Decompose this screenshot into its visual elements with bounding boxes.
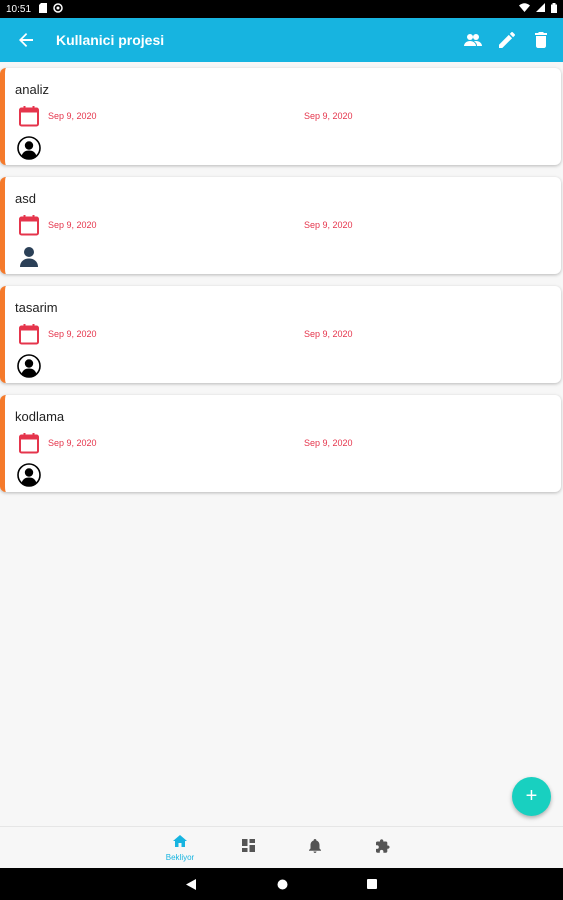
status-time: 10:51 <box>6 3 32 15</box>
task-end-date: Sep 9, 2020 <box>304 329 353 339</box>
task-start-date: Sep 9, 2020 <box>48 111 97 121</box>
bottom-nav: Bekliyor <box>0 826 563 868</box>
task-start-date: Sep 9, 2020 <box>48 329 97 339</box>
task-dates: Sep 9, 2020 Sep 9, 2020 <box>15 323 555 347</box>
nav-item-label: Bekliyor <box>165 853 195 862</box>
user-outline-icon <box>17 136 41 160</box>
task-start-date: Sep 9, 2020 <box>48 220 97 230</box>
user-filled-icon <box>17 245 41 269</box>
nav-item-extensions[interactable] <box>361 827 405 869</box>
task-dates: Sep 9, 2020 Sep 9, 2020 <box>15 105 555 129</box>
calendar-icon <box>18 105 40 127</box>
task-dates: Sep 9, 2020 Sep 9, 2020 <box>15 214 555 238</box>
task-end-date: Sep 9, 2020 <box>304 111 353 121</box>
system-nav-bar <box>0 868 563 900</box>
delete-icon[interactable] <box>529 28 553 52</box>
task-card[interactable]: tasarim Sep 9, 2020 Sep 9, 2020 <box>0 286 561 383</box>
calendar-icon <box>18 432 40 454</box>
task-name: asd <box>15 191 36 206</box>
nav-item-notifications[interactable] <box>293 827 337 869</box>
nav-item-dashboard[interactable] <box>226 827 270 869</box>
signal-icon <box>536 3 545 15</box>
sd-card-icon <box>39 2 48 16</box>
status-bar: 10:51 <box>0 0 563 18</box>
task-list: analiz Sep 9, 2020 Sep 9, 2020 asd Sep 9… <box>0 68 563 504</box>
task-name: kodlama <box>15 409 65 424</box>
calendar-icon <box>18 214 40 236</box>
task-name: tasarim <box>15 300 58 315</box>
people-icon[interactable] <box>461 28 485 52</box>
battery-icon <box>551 2 557 16</box>
puzzle-icon <box>376 838 390 858</box>
edit-icon[interactable] <box>495 28 519 52</box>
sync-icon <box>53 2 63 16</box>
system-home-icon[interactable] <box>274 868 290 900</box>
task-card[interactable]: analiz Sep 9, 2020 Sep 9, 2020 <box>0 68 561 165</box>
task-card[interactable]: kodlama Sep 9, 2020 Sep 9, 2020 <box>0 395 561 492</box>
add-task-button[interactable]: + <box>512 777 551 816</box>
task-end-date: Sep 9, 2020 <box>304 438 353 448</box>
bell-icon <box>309 838 321 858</box>
task-start-date: Sep 9, 2020 <box>48 438 97 448</box>
calendar-icon <box>18 323 40 345</box>
task-name: analiz <box>15 82 49 97</box>
page-title: Kullanici projesi <box>56 32 165 48</box>
task-end-date: Sep 9, 2020 <box>304 220 353 230</box>
back-arrow-icon[interactable] <box>14 28 38 52</box>
home-icon <box>173 834 187 852</box>
task-dates: Sep 9, 2020 Sep 9, 2020 <box>15 432 555 456</box>
user-outline-icon <box>17 463 41 487</box>
system-recents-icon[interactable] <box>364 868 380 900</box>
task-card[interactable]: asd Sep 9, 2020 Sep 9, 2020 <box>0 177 561 274</box>
wifi-icon <box>519 3 530 15</box>
dashboard-icon <box>241 839 255 857</box>
system-back-icon[interactable] <box>183 868 199 900</box>
nav-item-bekliyor[interactable]: Bekliyor <box>158 827 202 869</box>
app-bar: Kullanici projesi <box>0 18 563 62</box>
user-outline-icon <box>17 354 41 378</box>
